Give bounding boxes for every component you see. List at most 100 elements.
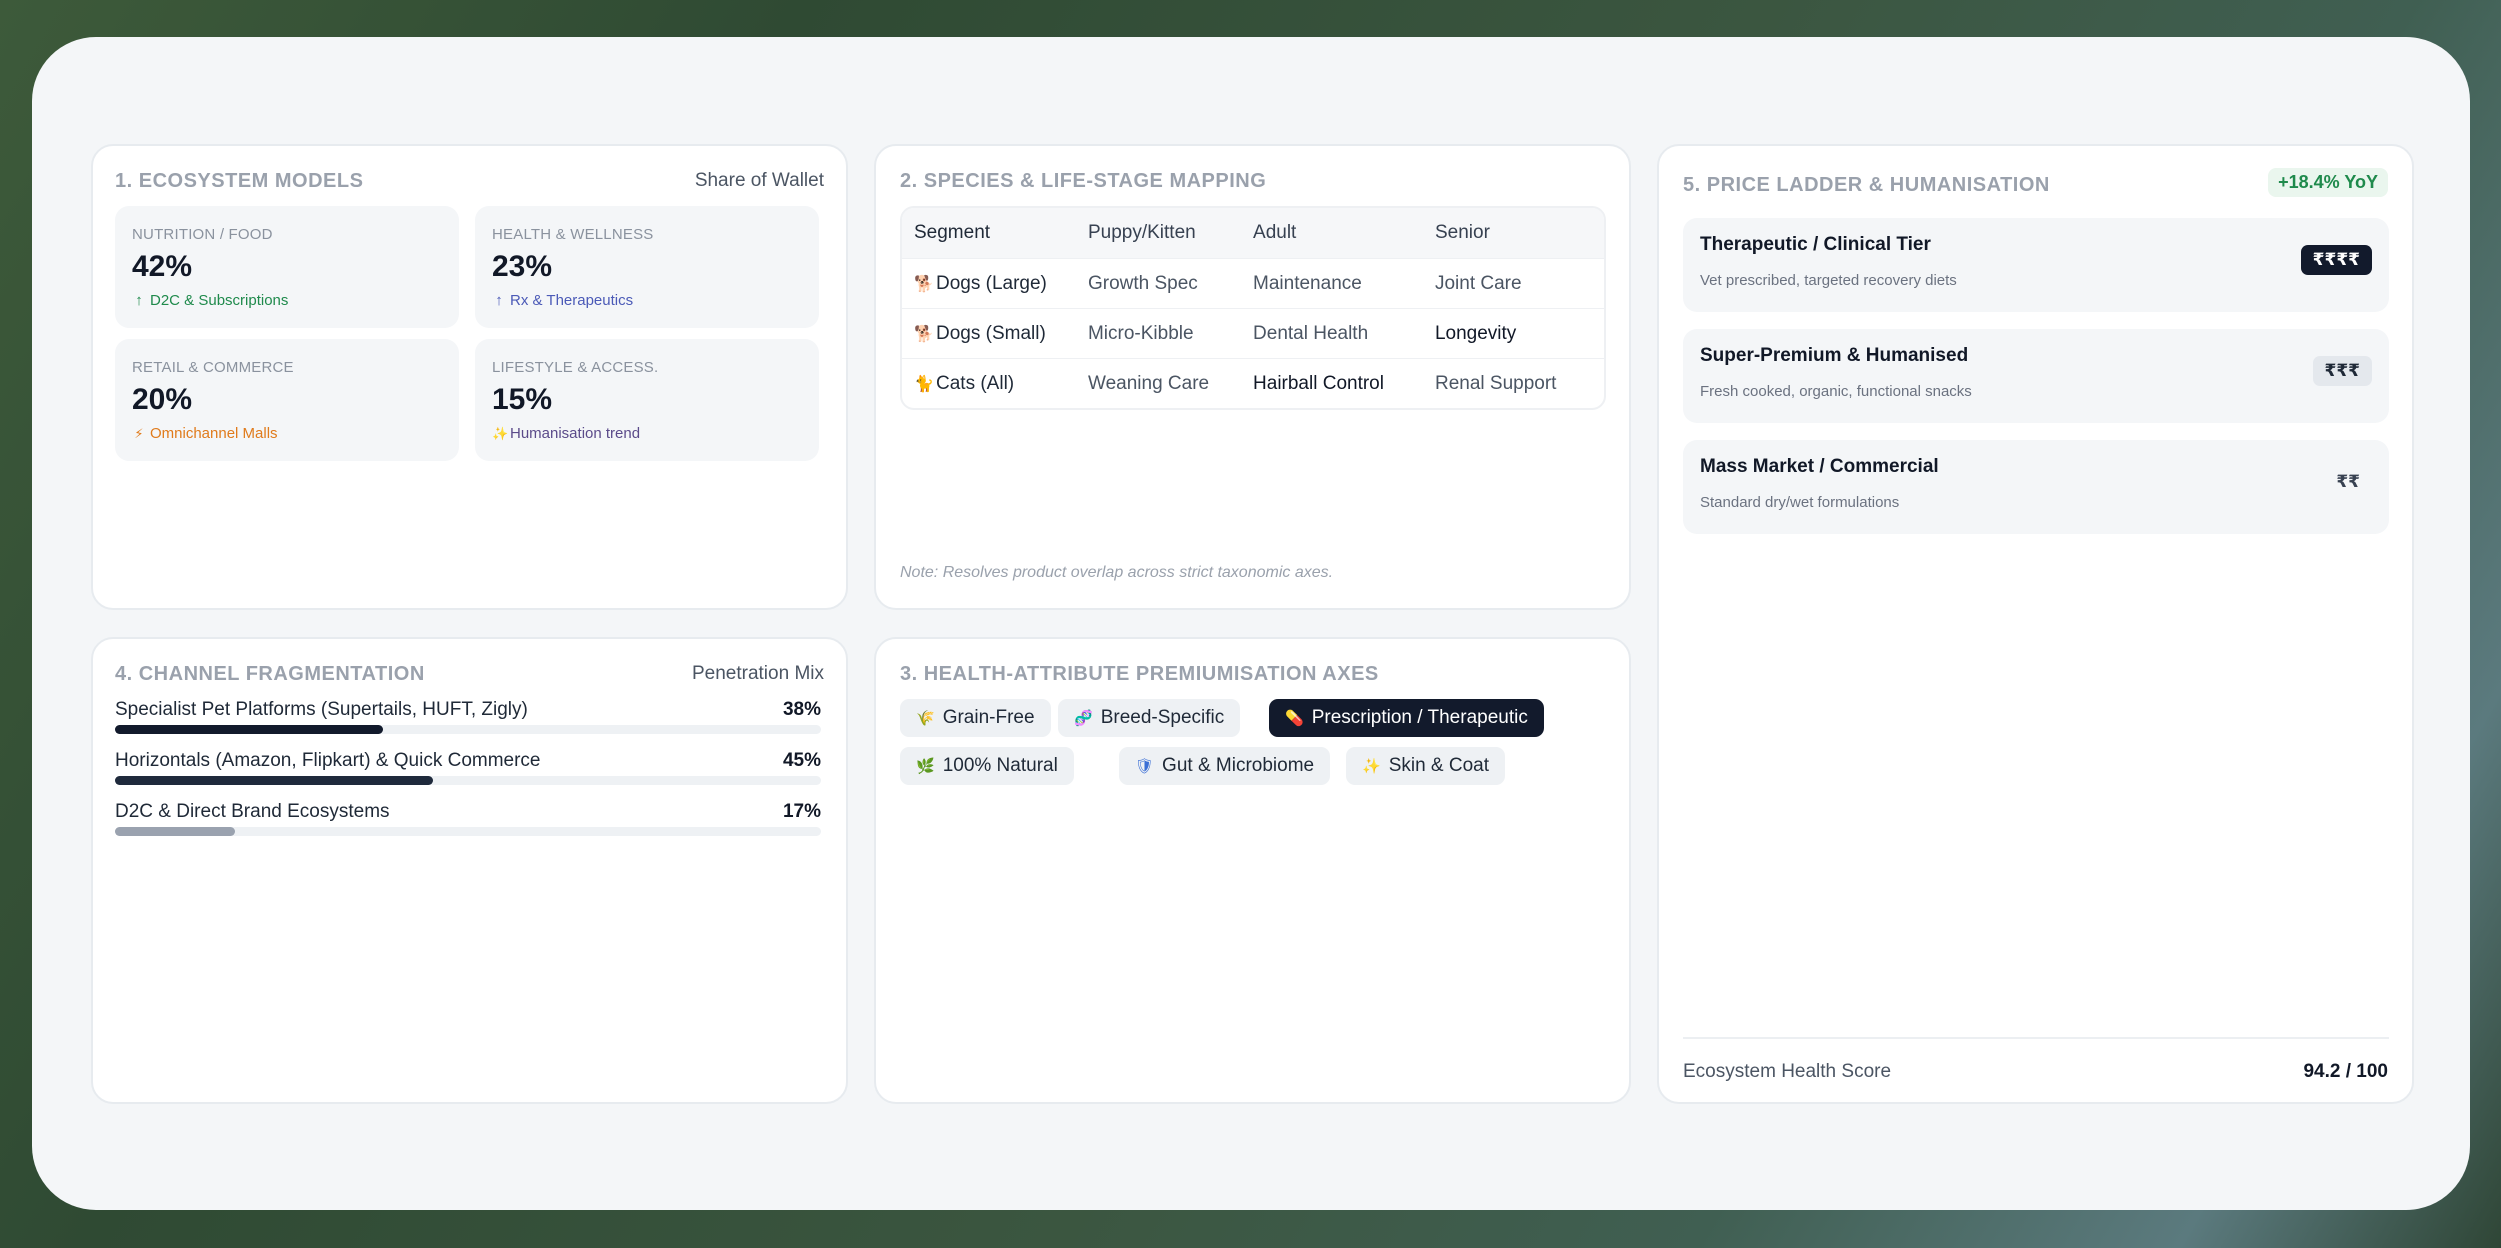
channel-name: D2C & Direct Brand Ecosystems <box>115 801 390 822</box>
penetration-mix-label: Penetration Mix <box>691 663 824 684</box>
segment-text: Cats (All) <box>936 372 1015 394</box>
tier-name: Therapeutic / Clinical Tier <box>1700 234 1931 255</box>
column-header: Senior <box>1434 222 1490 243</box>
health-score-value: 94.2 / 100 <box>2303 1061 2388 1082</box>
tile-value: 20% <box>132 383 193 416</box>
table-cell: Dental Health <box>1253 322 1369 344</box>
species-table: Segment Puppy/Kitten Adult Senior 🐕 Dogs … <box>900 206 1606 410</box>
sparkle-icon: ✨ <box>492 426 509 441</box>
table-header-row: Segment Puppy/Kitten Adult Senior <box>902 208 1604 258</box>
tier-desc: Fresh cooked, organic, functional snacks <box>1700 383 1972 400</box>
channel-percent: 45% <box>782 750 821 771</box>
price-ladder-card: 5. Price Ladder & Humanisation +18.4% Yo… <box>1657 144 2414 1104</box>
chip-skin-coat[interactable]: ✨ Skin & Coat <box>1346 747 1506 785</box>
tile-retail: Retail & Commerce 20% ⚡ Omnichannel Malls <box>115 339 459 461</box>
bolt-icon: ⚡ <box>134 426 144 441</box>
pill-icon: 💊 <box>1285 710 1304 727</box>
tile-label: Health & Wellness <box>492 226 654 243</box>
chip-prescription[interactable]: 💊 Prescription / Therapeutic <box>1269 699 1544 737</box>
tier-therapeutic[interactable]: Therapeutic / Clinical Tier Vet prescrib… <box>1683 218 2389 312</box>
chip-label: Grain-Free <box>942 707 1035 728</box>
chip-label: Skin & Coat <box>1388 755 1490 776</box>
channel-bar-fill <box>115 725 384 734</box>
table-row: 🐈 Cats (All) Weaning Care Hairball Contro… <box>902 358 1604 408</box>
segment-cell: 🐕 Dogs (Small) <box>902 323 1088 345</box>
tier-super-premium[interactable]: Super-Premium & Humanised Fresh cooked, … <box>1683 329 2389 423</box>
tile-note: ↑ Rx & Therapeutics <box>492 292 633 309</box>
channel-bar-fill <box>115 776 433 785</box>
divider <box>1683 1037 2389 1039</box>
segment-cell: 🐕 Dogs (Large) <box>902 273 1088 295</box>
shield-icon: 🛡 <box>1135 758 1155 775</box>
price-badge: ₹₹₹₹ <box>2300 245 2372 275</box>
health-score-label: Ecosystem Health Score <box>1683 1061 1892 1082</box>
table-cell: Maintenance <box>1253 272 1362 294</box>
tile-label: Retail & Commerce <box>132 359 294 376</box>
table-cell: Renal Support <box>1434 372 1557 394</box>
table-cell: Weaning Care <box>1087 372 1210 394</box>
species-note: Note: Resolves product overlap across st… <box>900 564 1334 581</box>
chip-gut-microbiome[interactable]: 🛡 Gut & Microbiome <box>1119 747 1331 785</box>
price-badge: ₹₹₹ <box>2312 356 2372 386</box>
tile-note-text: D2C & Subscriptions <box>150 292 289 309</box>
tile-note: ⚡ Omnichannel Malls <box>132 425 278 442</box>
tier-mass-market[interactable]: Mass Market / Commercial Standard dry/we… <box>1683 440 2389 534</box>
column-header: Adult <box>1253 222 1297 243</box>
tile-note-text: Omnichannel Malls <box>150 425 278 442</box>
tile-note-text: Humanisation trend <box>510 425 641 442</box>
tile-note: ↑ D2C & Subscriptions <box>132 292 288 309</box>
segment-text: Dogs (Small) <box>936 322 1046 344</box>
tile-label: Nutrition / Food <box>132 226 273 243</box>
chip-label: Gut & Microbiome <box>1162 755 1315 776</box>
ecosystem-models-title: 1. Ecosystem Models <box>115 170 364 192</box>
arrow-up-icon: ↑ <box>135 292 143 309</box>
share-of-wallet-label: Share of Wallet <box>694 170 824 191</box>
chip-label: 100% Natural <box>942 755 1058 776</box>
arrow-up-icon: ↑ <box>495 292 503 309</box>
chip-breed-specific[interactable]: 🧬 Breed-Specific <box>1058 699 1241 737</box>
ecosystem-models-card: 1. Ecosystem Models Share of Wallet Nutr… <box>91 144 848 610</box>
channel-name: Horizontals (Amazon, Flipkart) & Quick C… <box>115 750 541 771</box>
yoy-badge: +18.4% YoY <box>2268 168 2388 197</box>
channel-bar-track <box>115 776 821 785</box>
channel-percent: 38% <box>782 699 821 720</box>
dog-icon: 🐕 <box>914 325 934 343</box>
wheat-icon: 🌾 <box>916 710 935 727</box>
species-mapping-card: 2. Species & Life-Stage Mapping Segment … <box>874 144 1631 610</box>
table-row: 🐕 Dogs (Large) Growth Spec Maintenance Jo… <box>902 258 1604 308</box>
tier-desc: Standard dry/wet formulations <box>1700 494 1900 511</box>
segment-text: Dogs (Large) <box>936 272 1047 294</box>
tile-value: 23% <box>492 250 553 283</box>
channel-bar-track <box>115 827 821 836</box>
tile-lifestyle: Lifestyle & Access. 15% ✨ Humanisation tr… <box>475 339 819 461</box>
table-cell: Growth Spec <box>1087 272 1198 294</box>
health-attributes-card: 3. Health-Attribute Premiumisation Axes … <box>874 637 1631 1104</box>
dna-icon: 🧬 <box>1074 710 1093 727</box>
channel-fragmentation-card: 4. Channel Fragmentation Penetration Mix… <box>91 637 848 1104</box>
leaf-icon: 🌿 <box>916 758 935 775</box>
channel-bar-track <box>115 725 821 734</box>
table-row: 🐕 Dogs (Small) Micro-Kibble Dental Health… <box>902 308 1604 358</box>
dog-icon: 🐕 <box>914 275 934 293</box>
tile-health: Health & Wellness 23% ↑ Rx & Therapeutics <box>475 206 819 328</box>
tier-desc: Vet prescribed, targeted recovery diets <box>1700 272 1957 289</box>
table-cell: Hairball Control <box>1253 372 1384 394</box>
tile-note-text: Rx & Therapeutics <box>510 292 634 309</box>
price-ladder-title: 5. Price Ladder & Humanisation <box>1683 174 2050 196</box>
sparkle-icon: ✨ <box>1362 758 1381 775</box>
species-mapping-title: 2. Species & Life-Stage Mapping <box>900 170 1267 192</box>
tier-name: Mass Market / Commercial <box>1700 456 1939 477</box>
channel-percent: 17% <box>782 801 821 822</box>
table-cell: Joint Care <box>1434 272 1522 294</box>
tile-note: ✨ Humanisation trend <box>492 425 640 442</box>
tile-value: 15% <box>492 383 553 416</box>
chip-label: Prescription / Therapeutic <box>1311 707 1528 728</box>
column-header: Segment <box>914 222 991 243</box>
health-attributes-title: 3. Health-Attribute Premiumisation Axes <box>900 663 1379 685</box>
cat-icon: 🐈 <box>914 375 934 393</box>
chip-natural[interactable]: 🌿 100% Natural <box>900 747 1074 785</box>
channel-name: Specialist Pet Platforms (Supertails, HU… <box>115 699 528 720</box>
column-header: Puppy/Kitten <box>1087 222 1196 243</box>
chip-grain-free[interactable]: 🌾 Grain-Free <box>900 699 1051 737</box>
tile-value: 42% <box>132 250 193 283</box>
